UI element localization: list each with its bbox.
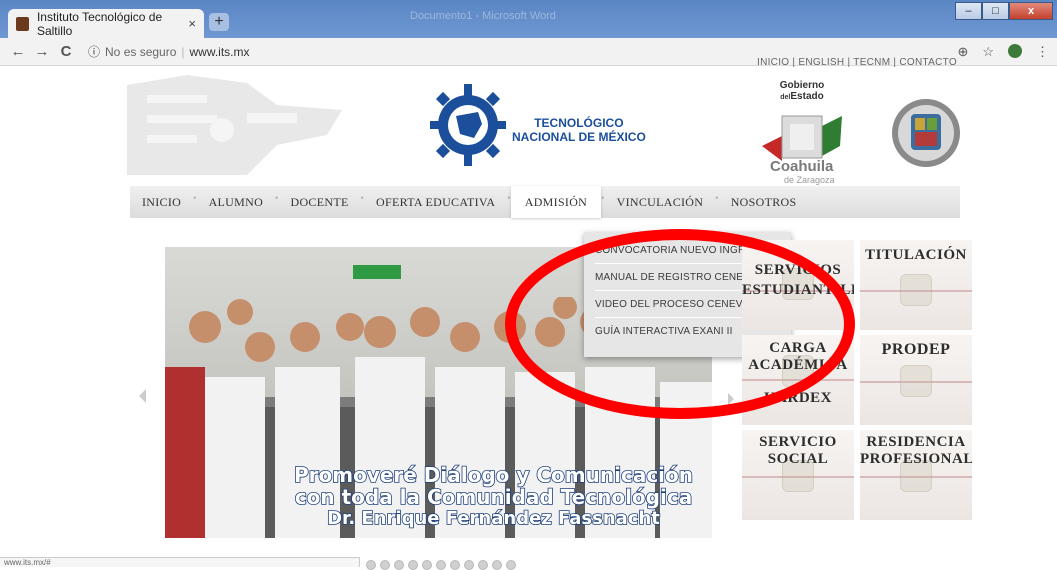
tile-strip (860, 381, 972, 383)
close-window-button[interactable]: x (1009, 2, 1053, 20)
minimize-button[interactable]: – (955, 2, 982, 20)
address-bar[interactable]: ⓘ No es seguro | www.its.mx (88, 43, 250, 60)
tile-strip (860, 290, 972, 292)
browser-tab[interactable]: Instituto Tecnológico de Saltillo × (8, 9, 204, 38)
menu-item-vinculacion[interactable]: VINCULACIÓN (605, 195, 716, 210)
browser-titlebar: Documento1 - Microsoft Word Instituto Te… (0, 0, 1057, 38)
security-label: No es seguro (105, 44, 177, 59)
url-text[interactable]: www.its.mx (190, 45, 250, 59)
menu-separator: • (601, 193, 605, 203)
back-arrow-icon[interactable]: ← (6, 43, 30, 60)
menu-item-admision[interactable]: ADMISIÓN (510, 186, 602, 218)
tile-label: RESIDENCIA (866, 434, 966, 450)
menu-item-nosotros[interactable]: NOSOTROS (719, 195, 809, 210)
coahuila-subtitle: de Zaragoza (784, 175, 835, 185)
reload-icon[interactable]: C (54, 43, 78, 60)
tile-residencia-profesional[interactable]: RESIDENCIA PROFESIONAL (860, 430, 972, 520)
slide-caption: Promoveré Diálogo y Comunicación con tod… (293, 463, 694, 530)
slider-dot[interactable] (436, 560, 446, 570)
tecnm-logo-text: TECNOLÓGICO NACIONAL DE MÉXICO (512, 116, 646, 144)
slider-dot[interactable] (478, 560, 488, 570)
slider-dot[interactable] (380, 560, 390, 570)
url-separator: | (181, 44, 185, 59)
menu-separator: • (507, 193, 511, 203)
status-bar-url: www.its.mx/# (0, 557, 360, 567)
tile-label: TITULACIÓN (865, 247, 967, 263)
window-controls: – □ x (955, 2, 1053, 20)
gobierno-label: Gobierno delEstado (779, 80, 825, 102)
slider-dot[interactable] (422, 560, 432, 570)
tile-titulacion[interactable]: TITULACIÓN (860, 240, 972, 330)
slider-dot[interactable] (464, 560, 474, 570)
tile-label: SERVICIO (759, 434, 837, 450)
exit-sign-icon (353, 265, 401, 279)
maximize-button[interactable]: □ (982, 2, 1009, 20)
slider-dot[interactable] (394, 560, 404, 570)
tile-strip (860, 476, 972, 478)
menu-item-docente[interactable]: DOCENTE (279, 195, 361, 210)
slider-dot[interactable] (408, 560, 418, 570)
red-annotation-ellipse (505, 229, 855, 419)
browser-menu-icon[interactable]: ⋮ (1036, 44, 1049, 60)
menu-item-inicio[interactable]: INICIO (130, 195, 193, 210)
tab-close-icon[interactable]: × (188, 16, 196, 31)
institute-seal-icon[interactable] (889, 96, 963, 170)
tile-strip (742, 476, 854, 478)
tile-prodep[interactable]: PRODEP (860, 335, 972, 425)
forward-arrow-icon[interactable]: → (30, 43, 54, 60)
coahuila-name: Coahuila (770, 158, 834, 175)
slider-dot[interactable] (492, 560, 502, 570)
aztec-head-logo (127, 75, 342, 175)
tile-servicio-social[interactable]: SERVICIO SOCIAL (742, 430, 854, 520)
slider-dot[interactable] (366, 560, 376, 570)
slider-dot[interactable] (450, 560, 460, 570)
info-icon[interactable]: ⓘ (88, 43, 100, 60)
menu-separator: • (193, 193, 197, 203)
toolbar-actions: ⊕ ☆ ⋮ (957, 44, 1049, 60)
tab-title: Instituto Tecnológico de Saltillo (36, 9, 163, 38)
tecnm-logo[interactable]: TECNOLÓGICO NACIONAL DE MÉXICO (430, 82, 646, 173)
extension-icon[interactable] (1008, 44, 1022, 58)
zoom-icon[interactable]: ⊕ (957, 44, 968, 60)
site-favicon-icon (16, 16, 29, 31)
tile-label: SOCIAL (767, 451, 829, 467)
menu-separator: • (275, 193, 279, 203)
background-window-title: Documento1 - Microsoft Word (410, 10, 556, 22)
tile-label: PROFESIONAL (860, 451, 972, 467)
coahuila-logo[interactable]: Gobierno delEstado Coahuila de Zaragoza (762, 80, 842, 185)
slider-prev-arrow-icon[interactable] (139, 389, 146, 403)
slider-pagination (366, 560, 516, 570)
slider-dot[interactable] (506, 560, 516, 570)
bookmark-star-icon[interactable]: ☆ (982, 44, 994, 60)
main-menu: INICIO • ALUMNO • DOCENTE • OFERTA EDUCA… (130, 186, 960, 218)
coahuila-shield-icon (762, 115, 842, 161)
menu-separator: • (715, 193, 719, 203)
gear-emblem-icon (430, 84, 506, 166)
tile-label: PRODEP (881, 341, 951, 358)
menu-separator: • (360, 193, 365, 203)
menu-item-oferta-educativa[interactable]: OFERTA EDUCATIVA (364, 195, 507, 210)
menu-item-alumno[interactable]: ALUMNO (197, 195, 275, 210)
top-links[interactable]: INICIO | ENGLISH | TECNM | CONTACTO (757, 57, 957, 68)
new-tab-button[interactable]: + (209, 13, 229, 31)
